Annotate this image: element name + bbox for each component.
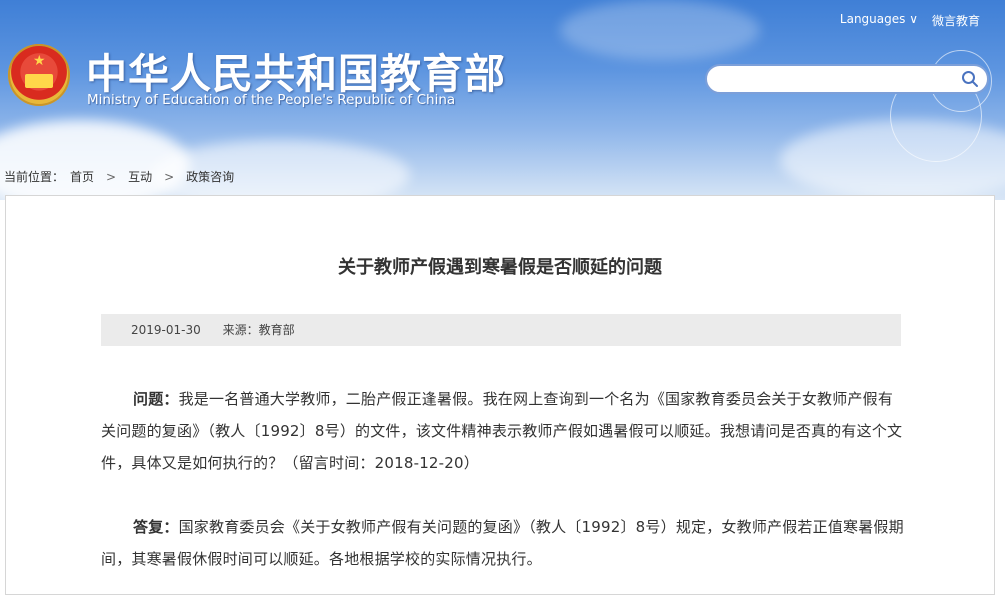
national-emblem-icon: ★: [8, 44, 70, 106]
article-title: 关于教师产假遇到寒暑假是否顺延的问题: [338, 257, 662, 278]
breadcrumb-policy-consult[interactable]: 政策咨询: [186, 168, 234, 185]
article-date: 2019-01-30: [131, 323, 201, 337]
answer-text: 国家教育委员会《关于女教师产假有关问题的复函》（教人〔1992〕8号）规定，女教…: [101, 518, 904, 568]
cloud-decoration: [560, 0, 760, 60]
search-input[interactable]: [719, 66, 963, 94]
site-subtitle: Ministry of Education of the People's Re…: [87, 92, 456, 108]
breadcrumb-prefix: 当前位置：: [4, 170, 65, 184]
breadcrumb-separator: >: [164, 169, 175, 184]
breadcrumb-interaction[interactable]: 互动: [128, 168, 152, 185]
search-icon[interactable]: [961, 70, 979, 88]
question-label: 问题：: [133, 390, 179, 408]
languages-menu[interactable]: Languages ∨: [840, 12, 918, 29]
article-meta-bar: 2019-01-30 来源：教育部: [101, 314, 901, 346]
breadcrumb-home[interactable]: 首页: [70, 168, 94, 185]
answer-paragraph: 答复：国家教育委员会《关于女教师产假有关问题的复函》（教人〔1992〕8号）规定…: [101, 511, 905, 575]
article-source: 来源：教育部: [222, 323, 295, 337]
top-links: Languages ∨ 微言教育: [840, 12, 980, 29]
question-text: 我是一名普通大学教师，二胎产假正逢暑假。我在网上查询到一个名为《国家教育委员会关…: [101, 390, 903, 472]
article-card: 关于教师产假遇到寒暑假是否顺延的问题 2019-01-30 来源：教育部 问题：…: [5, 195, 995, 595]
question-paragraph: 问题：我是一名普通大学教师，二胎产假正逢暑假。我在网上查询到一个名为《国家教育委…: [101, 383, 905, 479]
weibo-link[interactable]: 微言教育: [932, 12, 980, 29]
answer-label: 答复：: [133, 518, 179, 536]
search-box: [705, 64, 989, 94]
breadcrumb: 当前位置： 首页 > 互动 > 政策咨询: [4, 168, 234, 185]
site-title[interactable]: 中华人民共和国教育部: [86, 40, 506, 100]
breadcrumb-separator: >: [106, 169, 117, 184]
